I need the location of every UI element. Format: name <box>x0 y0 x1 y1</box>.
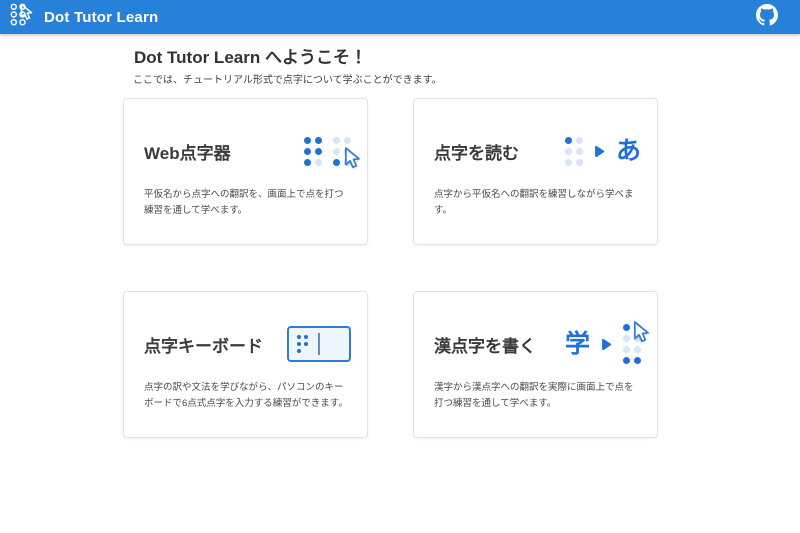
braille-input-field-icon <box>287 326 351 362</box>
card-title: Web点字器 <box>144 139 231 164</box>
braille-cell-with-cursor <box>623 324 641 364</box>
arrow-right-icon <box>594 145 605 158</box>
card-header-row: 漢点字を書く 学 <box>434 312 641 376</box>
braille-cell <box>304 137 322 166</box>
card-description: 点字から平仮名への翻訳を練習しながら学べます。 <box>434 187 641 218</box>
braille-cell <box>297 335 308 353</box>
card-description: 漢字から漢点字への翻訳を実際に画面上で点を打つ練習を通して学べます。 <box>434 380 641 411</box>
tutorial-card-grid: Web点字器 平仮名から点字への翻訳を、画面上で点を打つ練習を通して学べます。 … <box>123 98 683 438</box>
card-header-row: 点字を読む あ <box>434 119 641 183</box>
arrow-right-icon <box>601 338 612 351</box>
app-header: Dot Tutor Learn <box>0 0 800 34</box>
card-braille-keyboard[interactable]: 点字キーボード 点字の訳や文法を学びながら、パソコンのキーボードで6点式点字を入… <box>123 291 368 438</box>
braille-cells-cursor-icon <box>304 137 351 166</box>
main-content: Dot Tutor Learn へようこそ！ ここでは、チュートリアル形式で点字… <box>123 47 683 438</box>
card-header-row: Web点字器 <box>144 119 351 183</box>
card-title: 点字キーボード <box>144 332 263 357</box>
kanji-to-braille-icon: 学 <box>565 324 641 364</box>
braille-cell-with-cursor <box>333 137 351 166</box>
mouse-cursor-icon <box>340 146 361 171</box>
braille-cell <box>565 137 583 166</box>
welcome-title: Dot Tutor Learn へようこそ！ <box>134 47 683 68</box>
hiragana-result-char: あ <box>616 139 641 164</box>
braille-cursor-logo-icon <box>9 1 35 33</box>
card-title: 漢点字を書く <box>434 332 536 357</box>
github-icon <box>756 4 778 31</box>
card-web-braille-writer[interactable]: Web点字器 平仮名から点字への翻訳を、画面上で点を打つ練習を通して学べます。 <box>123 98 368 245</box>
brand-home-link[interactable]: Dot Tutor Learn <box>9 1 158 33</box>
card-description: 平仮名から点字への翻訳を、画面上で点を打つ練習を通して学べます。 <box>144 187 351 218</box>
github-link[interactable] <box>756 4 778 31</box>
card-write-kanji-braille[interactable]: 漢点字を書く 学 漢字から漢点字への翻訳を実際に画面上で点を打つ練習を通して学べ… <box>413 291 658 438</box>
kanji-source-char: 学 <box>565 332 590 357</box>
app-title: Dot Tutor Learn <box>44 9 158 26</box>
card-header-row: 点字キーボード <box>144 312 351 376</box>
mouse-cursor-icon <box>629 320 650 345</box>
card-read-braille[interactable]: 点字を読む あ 点字から平仮名への翻訳を練習しながら学べます。 <box>413 98 658 245</box>
text-caret-icon <box>318 333 320 355</box>
card-title: 点字を読む <box>434 139 519 164</box>
welcome-subtitle: ここでは、チュートリアル形式で点字について学ぶことができます。 <box>133 71 683 86</box>
braille-to-hiragana-icon: あ <box>565 137 641 166</box>
card-description: 点字の訳や文法を学びながら、パソコンのキーボードで6点式点字を入力する練習ができ… <box>144 380 351 411</box>
